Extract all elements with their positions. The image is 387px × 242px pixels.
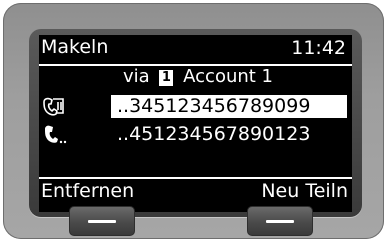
account-line: via 1 Account 1 [123, 66, 273, 90]
clock: 11:42 [291, 37, 346, 59]
account-number-badge: 1 [159, 70, 174, 86]
call-row-held[interactable]: ..345123456789099 [39, 95, 352, 118]
softkey-right-label[interactable]: Neu Teiln [261, 180, 348, 202]
softkey-left-label[interactable]: Entfernen [41, 180, 134, 202]
active-call-number: ..451234567890123 [117, 123, 311, 145]
phone-device: Makeln 11:42 via 1 Account 1 ..345123456… [3, 3, 384, 239]
screen-title: Makeln [41, 36, 109, 58]
call-row-active[interactable]: ..451234567890123 [39, 123, 352, 146]
minus-icon [266, 220, 294, 223]
display-screen: Makeln 11:42 via 1 Account 1 ..345123456… [39, 35, 352, 212]
minus-icon [88, 220, 116, 223]
active-call-icon [45, 125, 67, 144]
title-bar: Makeln 11:42 [39, 35, 352, 66]
held-call-icon [43, 97, 64, 116]
display-bezel: Makeln 11:42 via 1 Account 1 ..345123456… [29, 29, 362, 217]
via-label: via [123, 66, 150, 87]
held-call-number: ..345123456789099 [111, 95, 347, 118]
left-softkey-button[interactable] [69, 206, 135, 236]
account-name: Account 1 [183, 66, 274, 87]
right-softkey-button[interactable] [247, 206, 313, 236]
